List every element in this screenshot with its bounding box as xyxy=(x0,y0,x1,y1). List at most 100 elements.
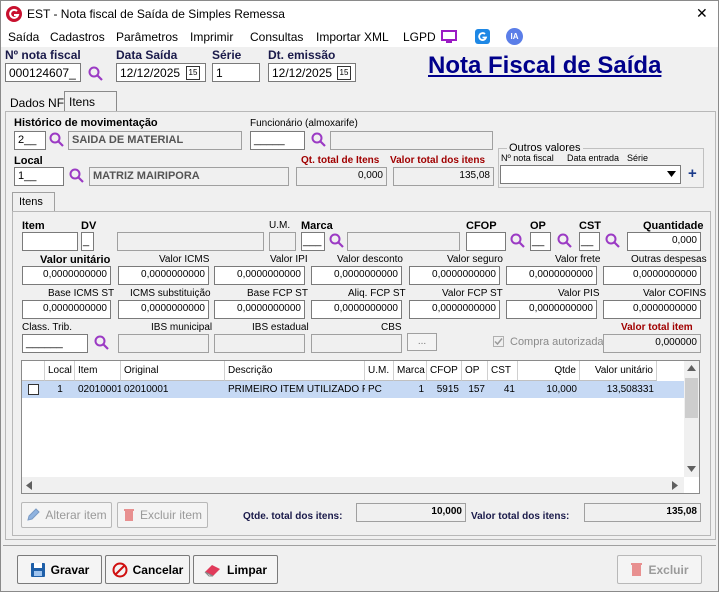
row-select-checkbox[interactable] xyxy=(28,384,39,395)
item-label: Item xyxy=(22,220,45,232)
menu-imprimir[interactable]: Imprimir xyxy=(190,30,233,44)
serie-input[interactable]: 1 xyxy=(212,63,260,82)
menu-cadastros[interactable]: Cadastros xyxy=(50,30,105,44)
tab-itens[interactable]: Itens xyxy=(12,192,55,212)
ia-icon[interactable]: IA xyxy=(506,28,523,45)
nota-input[interactable]: 000124607_ xyxy=(5,63,81,82)
outros-col-nota: Nº nota fiscal xyxy=(501,153,554,163)
menu-parametros[interactable]: Parâmetros xyxy=(116,30,178,44)
valor-total-item-label: Valor total item xyxy=(621,322,693,333)
trash-icon xyxy=(631,563,643,576)
excluir-item-button[interactable]: Excluir item xyxy=(117,502,208,528)
base-fcp-st-input[interactable]: 0,0000000000 xyxy=(214,300,305,319)
grid-header-cfop[interactable]: CFOP xyxy=(427,361,462,381)
class-trib-input[interactable]: ______ xyxy=(22,334,88,353)
valor-icms-input[interactable]: 0,0000000000 xyxy=(118,266,209,285)
valor-total-itens-value: 135,08 xyxy=(584,503,701,522)
grid-header-valor-unitario[interactable]: Valor unitário xyxy=(580,361,657,381)
grid-header-qtde[interactable]: Qtde xyxy=(518,361,580,381)
cell-original: 02010001 xyxy=(124,384,169,395)
local-code-input[interactable]: 1__ xyxy=(14,167,64,186)
marca-input[interactable]: ___ xyxy=(301,232,325,251)
cbs-more-button[interactable]: ... xyxy=(407,333,437,351)
search-icon[interactable] xyxy=(605,233,621,249)
menu-lgpd[interactable]: LGPD xyxy=(403,30,436,44)
grid-header-select xyxy=(22,361,45,381)
cfop-input[interactable] xyxy=(466,232,506,251)
monitor-icon[interactable] xyxy=(441,30,457,44)
menu-importar-xml[interactable]: Importar XML xyxy=(316,30,389,44)
grid-header-cst[interactable]: CST xyxy=(488,361,518,381)
base-icms-st-input[interactable]: 0,0000000000 xyxy=(22,300,111,319)
limpar-button[interactable]: Limpar xyxy=(193,555,278,584)
calendar-icon[interactable]: 15 xyxy=(337,66,351,80)
valor-seguro-label: Valor seguro xyxy=(447,254,503,265)
scroll-thumb[interactable] xyxy=(685,378,698,418)
cbs-label: CBS xyxy=(381,322,402,333)
um-label: U.M. xyxy=(269,220,291,231)
funcionario-input[interactable]: _____ xyxy=(250,131,305,150)
menu-saida[interactable]: Saída xyxy=(8,30,39,44)
scroll-down-icon[interactable] xyxy=(687,466,696,472)
close-icon[interactable]: ✕ xyxy=(696,5,708,22)
menu-consultas[interactable]: Consultas xyxy=(250,30,303,44)
horizontal-scrollbar[interactable] xyxy=(22,477,684,493)
grid-header-item[interactable]: Item xyxy=(75,361,121,381)
alterar-item-label: Alterar item xyxy=(45,508,107,522)
valor-unitario-input[interactable]: 0,0000000000 xyxy=(22,266,111,285)
scroll-right-icon[interactable] xyxy=(672,481,678,490)
grid-header-op[interactable]: OP xyxy=(462,361,488,381)
compra-autorizada-checkbox[interactable] xyxy=(493,336,504,347)
valor-pis-input[interactable]: 0,0000000000 xyxy=(506,300,597,319)
op-input[interactable]: __ xyxy=(530,232,551,251)
add-icon[interactable]: + xyxy=(688,165,697,182)
alterar-item-button[interactable]: Alterar item xyxy=(21,502,112,528)
historico-code-input[interactable]: 2__ xyxy=(14,131,46,150)
grid-header-local[interactable]: Local xyxy=(45,361,75,381)
outras-despesas-input[interactable]: 0,0000000000 xyxy=(603,266,701,285)
chevron-down-icon[interactable] xyxy=(667,171,676,177)
scroll-left-icon[interactable] xyxy=(26,481,32,490)
local-label: Local xyxy=(14,155,43,167)
valor-fcp-st-input[interactable]: 0,0000000000 xyxy=(409,300,500,319)
gravar-button[interactable]: Gravar xyxy=(17,555,102,584)
excluir-button[interactable]: Excluir xyxy=(617,555,702,584)
tab-itens-nf[interactable]: Itens NF xyxy=(64,91,117,123)
search-icon[interactable] xyxy=(88,66,104,82)
aliq-fcp-st-input[interactable]: 0,0000000000 xyxy=(311,300,402,319)
outros-col-data: Data entrada xyxy=(567,153,620,163)
valor-desconto-input[interactable]: 0,0000000000 xyxy=(311,266,402,285)
vertical-scrollbar[interactable] xyxy=(684,361,699,477)
search-icon[interactable] xyxy=(311,132,327,148)
g-brand-icon[interactable] xyxy=(475,29,490,44)
qt-total-label: Qt. total de Itens xyxy=(301,155,380,166)
item-input[interactable] xyxy=(22,232,78,251)
search-icon[interactable] xyxy=(329,233,345,249)
valor-ipi-input[interactable]: 0,0000000000 xyxy=(214,266,305,285)
tab-dados-nf[interactable]: Dados NF xyxy=(10,96,64,110)
quantidade-input[interactable]: 0,000 xyxy=(627,232,701,251)
grid-header-original[interactable]: Original xyxy=(121,361,225,381)
icms-substituicao-input[interactable]: 0,0000000000 xyxy=(118,300,209,319)
valor-frete-input[interactable]: 0,0000000000 xyxy=(506,266,597,285)
dv-input[interactable]: _ xyxy=(81,232,94,251)
calendar-icon[interactable]: 15 xyxy=(186,66,200,80)
grid-header-descricao[interactable]: Descrição xyxy=(225,361,365,381)
base-fcp-st-label: Base FCP ST xyxy=(247,288,308,299)
cst-input[interactable]: __ xyxy=(579,232,600,251)
valor-seguro-input[interactable]: 0,0000000000 xyxy=(409,266,500,285)
search-icon[interactable] xyxy=(557,233,573,249)
valor-cofins-input[interactable]: 0,0000000000 xyxy=(603,300,701,319)
cancel-icon xyxy=(112,562,128,577)
grid-header-um[interactable]: U.M. xyxy=(365,361,394,381)
historico-label: Histórico de movimentação xyxy=(14,117,158,129)
outros-valores-select[interactable] xyxy=(500,165,681,184)
search-icon[interactable] xyxy=(69,168,85,184)
search-icon[interactable] xyxy=(94,335,110,351)
search-icon[interactable] xyxy=(510,233,526,249)
cancelar-button[interactable]: Cancelar xyxy=(105,555,190,584)
cell-op: 157 xyxy=(468,384,485,395)
scroll-up-icon[interactable] xyxy=(687,365,696,371)
grid-header-marca[interactable]: Marca xyxy=(394,361,427,381)
search-icon[interactable] xyxy=(49,132,65,148)
